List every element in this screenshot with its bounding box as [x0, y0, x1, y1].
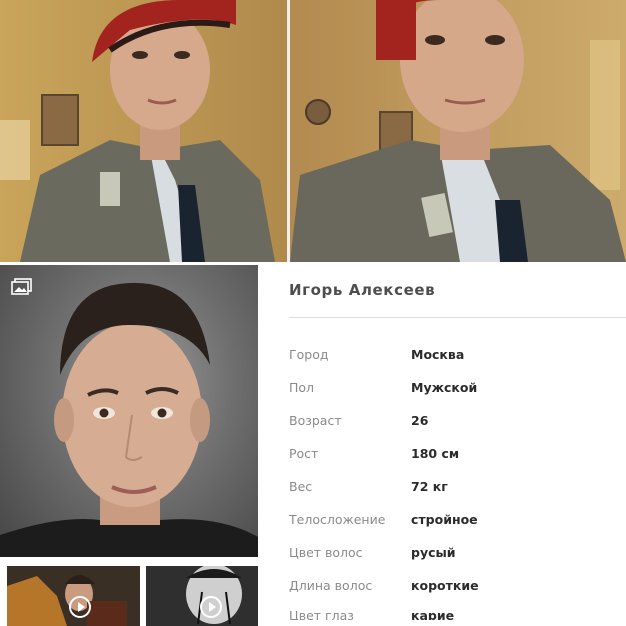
info-value: русый	[411, 545, 456, 560]
info-label: Телосложение	[289, 512, 386, 527]
info-label: Возраст	[289, 413, 342, 428]
info-value: короткие	[411, 578, 479, 593]
info-label: Цвет волос	[289, 545, 363, 560]
info-value: 72 кг	[411, 479, 448, 494]
name-divider	[289, 317, 626, 318]
video-thumbnail[interactable]	[7, 566, 140, 626]
info-value: Мужской	[411, 380, 478, 395]
info-value: Москва	[411, 347, 465, 362]
info-value: стройное	[411, 512, 478, 527]
info-row-hair-color: Цвет волос русый	[289, 545, 626, 565]
info-row-build: Телосложение стройное	[289, 512, 626, 532]
info-row-city: Город Москва	[289, 347, 626, 367]
info-label: Цвет глаз	[289, 608, 354, 620]
actor-name: Игорь Алексеев	[289, 281, 436, 299]
gallery-icon[interactable]	[11, 278, 33, 296]
info-label: Длина волос	[289, 578, 373, 593]
play-icon[interactable]	[69, 596, 91, 618]
play-icon[interactable]	[200, 596, 222, 618]
info-label: Рост	[289, 446, 319, 461]
info-row-eye-color: Цвет глаз карие	[289, 608, 626, 620]
film-still-image[interactable]	[290, 0, 626, 262]
info-row-hair-length: Длина волос короткие	[289, 578, 626, 598]
film-still-image[interactable]	[0, 0, 287, 262]
info-row-height: Рост 180 см	[289, 446, 626, 466]
info-row-age: Возраст 26	[289, 413, 626, 433]
info-value: 26	[411, 413, 429, 428]
video-thumbnails	[0, 560, 258, 626]
actor-portrait-photo[interactable]	[0, 265, 258, 557]
info-label: Пол	[289, 380, 315, 395]
film-stills	[0, 0, 626, 262]
info-value: карие	[411, 608, 455, 620]
info-value: 180 см	[411, 446, 460, 461]
info-row-weight: Вес 72 кг	[289, 479, 626, 499]
video-thumbnail[interactable]	[146, 566, 258, 626]
info-row-gender: Пол Мужской	[289, 380, 626, 400]
info-label: Вес	[289, 479, 313, 494]
info-label: Город	[289, 347, 329, 362]
